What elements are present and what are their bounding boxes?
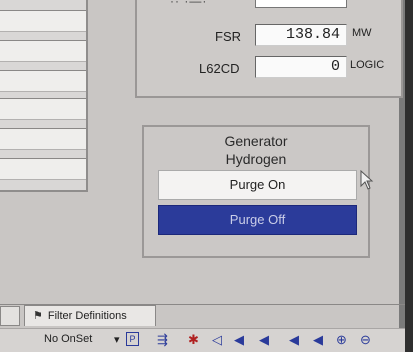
- monitor-bezel: [405, 0, 413, 352]
- tab-clipped[interactable]: [0, 306, 20, 326]
- mouse-pointer-icon: [360, 170, 374, 190]
- chevron-down-icon[interactable]: ▾: [114, 333, 120, 346]
- l62cd-value-field[interactable]: 0: [255, 56, 347, 78]
- zoom-out-icon[interactable]: ⊖: [360, 332, 371, 347]
- generator-hydrogen-group: Generator Hydrogen Purge On Purge Off: [142, 125, 370, 258]
- tab-label: Filter Definitions: [47, 310, 127, 322]
- marker-pair-icon[interactable]: ◀: [259, 332, 269, 347]
- onset-select[interactable]: No OnSet: [44, 333, 92, 345]
- clipped-label: ·· ·—·: [170, 0, 208, 8]
- fsr-value-field[interactable]: 138.84: [255, 24, 347, 46]
- list-item[interactable]: [0, 70, 86, 92]
- list-item[interactable]: [0, 98, 86, 120]
- list-item[interactable]: [0, 10, 86, 32]
- filter-icon: ⚑: [33, 310, 43, 322]
- tab-filter-definitions[interactable]: ⚑ Filter Definitions: [24, 305, 156, 326]
- marker-left-icon[interactable]: ◀: [234, 332, 244, 347]
- l62cd-label: L62CD: [199, 61, 240, 76]
- hmi-screen: ·· ·—· FSR 138.84 MW L62CD 0 LOGIC Gener…: [0, 0, 405, 352]
- marker-right-icon[interactable]: ◀: [313, 332, 323, 347]
- values-group: [135, 0, 403, 98]
- purge-on-button[interactable]: Purge On: [158, 170, 357, 200]
- clipped-field: [255, 0, 347, 8]
- fsr-unit: MW: [352, 27, 372, 39]
- list-item[interactable]: [0, 128, 86, 150]
- zoom-in-icon[interactable]: ⊕: [336, 332, 347, 347]
- group-title-line1: Generator: [224, 133, 288, 149]
- cursor-left-icon[interactable]: ◁: [212, 332, 222, 347]
- fsr-label: FSR: [215, 29, 241, 44]
- l62cd-unit: LOGIC: [350, 59, 385, 71]
- grid-icon[interactable]: ⇶: [157, 332, 168, 347]
- left-list-panel: [0, 0, 88, 192]
- purge-off-button[interactable]: Purge Off: [158, 205, 357, 235]
- list-item[interactable]: [0, 40, 86, 62]
- group-title-line2: Hydrogen: [225, 151, 287, 167]
- bottom-toolbar: No OnSet ▾ P ⇶ ✱ ◁ ◀ ◀ ◀ ◀ ⊕ ⊖: [0, 328, 405, 352]
- speaker-marker-icon[interactable]: ◀: [289, 332, 299, 347]
- bookmark-icon[interactable]: ✱: [188, 332, 199, 347]
- list-item[interactable]: [0, 158, 86, 180]
- p-button[interactable]: P: [126, 332, 139, 346]
